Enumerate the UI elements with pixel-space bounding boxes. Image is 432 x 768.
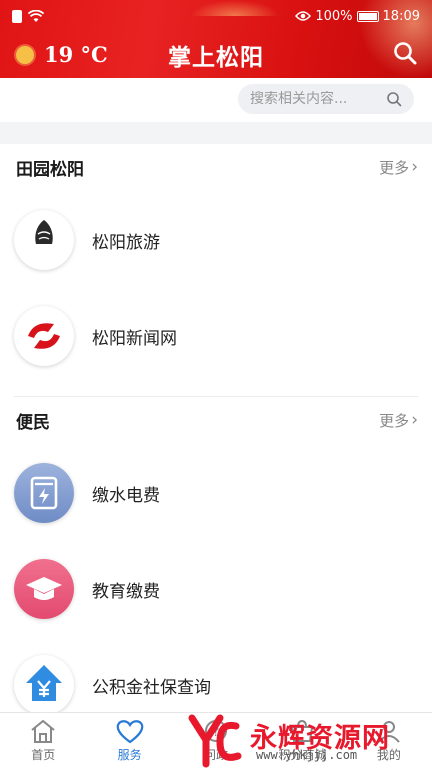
bottom-navigation: 首页 服务 ? 问政 积分商城 我的 <box>0 712 432 768</box>
more-link[interactable]: 更多 › <box>379 157 418 178</box>
status-left <box>12 9 44 23</box>
list-item-songyang-news[interactable]: 松阳新闻网 <box>0 296 432 376</box>
item-label: 松阳新闻网 <box>92 328 177 349</box>
home-icon <box>31 719 55 743</box>
search-row <box>0 78 432 122</box>
list-item-utility-bill[interactable]: 缴水电费 <box>0 453 432 533</box>
nav-label: 问政 <box>204 748 229 762</box>
list-item-songyang-tourism[interactable]: 松阳旅游 <box>0 200 432 280</box>
status-bar: 100% 18:09 <box>0 0 432 32</box>
battery-icon <box>356 10 379 22</box>
item-label: 松阳旅游 <box>92 232 160 253</box>
utility-meter-icon <box>14 463 74 523</box>
more-label: 更多 <box>379 158 410 177</box>
section-title: 田园松阳 <box>16 159 84 180</box>
songyang-news-logo-icon <box>14 306 74 366</box>
page-title: 掌上松阳 <box>168 44 264 71</box>
search-input[interactable] <box>250 91 378 107</box>
user-icon <box>378 721 400 743</box>
nav-inquiry[interactable]: ? 问政 <box>173 713 259 768</box>
chevron-right-icon: › <box>411 157 418 177</box>
status-right: 100% 18:09 <box>295 9 420 24</box>
nav-service[interactable]: 服务 <box>86 713 172 768</box>
item-label: 缴水电费 <box>92 485 160 506</box>
nav-points-mall[interactable]: 积分商城 <box>259 713 345 768</box>
eye-icon <box>295 11 312 21</box>
shop-icon <box>291 719 314 742</box>
wifi-icon <box>28 9 44 22</box>
songyang-tourism-logo-icon <box>14 210 74 270</box>
nav-label: 积分商城 <box>278 748 327 762</box>
nav-home[interactable]: 首页 <box>0 713 86 768</box>
more-link[interactable]: 更多 › <box>379 410 418 431</box>
svg-text:?: ? <box>213 725 220 740</box>
battery-percent: 100% <box>315 8 353 24</box>
section-header-tianyuan: 田园松阳 更多 › <box>0 144 432 190</box>
nav-label: 服务 <box>117 748 142 762</box>
house-yuan-icon <box>14 655 74 715</box>
graduation-cap-icon <box>14 559 74 619</box>
list-item-education-fee[interactable]: 教育缴费 <box>0 549 432 629</box>
top-bar: 19 °C 掌上松阳 <box>0 34 432 74</box>
section-spacer <box>0 122 432 144</box>
search-icon[interactable] <box>392 40 418 66</box>
more-label: 更多 <box>379 411 410 430</box>
nav-label: 首页 <box>31 748 56 762</box>
search-icon[interactable] <box>386 91 402 107</box>
search-box[interactable] <box>238 84 414 114</box>
nav-label: 我的 <box>376 748 401 762</box>
heart-icon <box>116 720 143 744</box>
status-time: 18:09 <box>382 8 420 24</box>
chevron-right-icon: › <box>411 410 418 430</box>
question-icon: ? <box>205 720 228 742</box>
section-header-bianmin: 便民 更多 › <box>0 397 432 443</box>
section-title: 便民 <box>16 412 50 433</box>
app-header: 100% 18:09 19 °C 掌上松阳 <box>0 0 432 78</box>
sim-card-icon <box>12 9 22 23</box>
item-label: 教育缴费 <box>92 581 160 602</box>
item-label: 公积金社保查询 <box>92 677 211 698</box>
nav-mine[interactable]: 我的 <box>346 713 432 768</box>
